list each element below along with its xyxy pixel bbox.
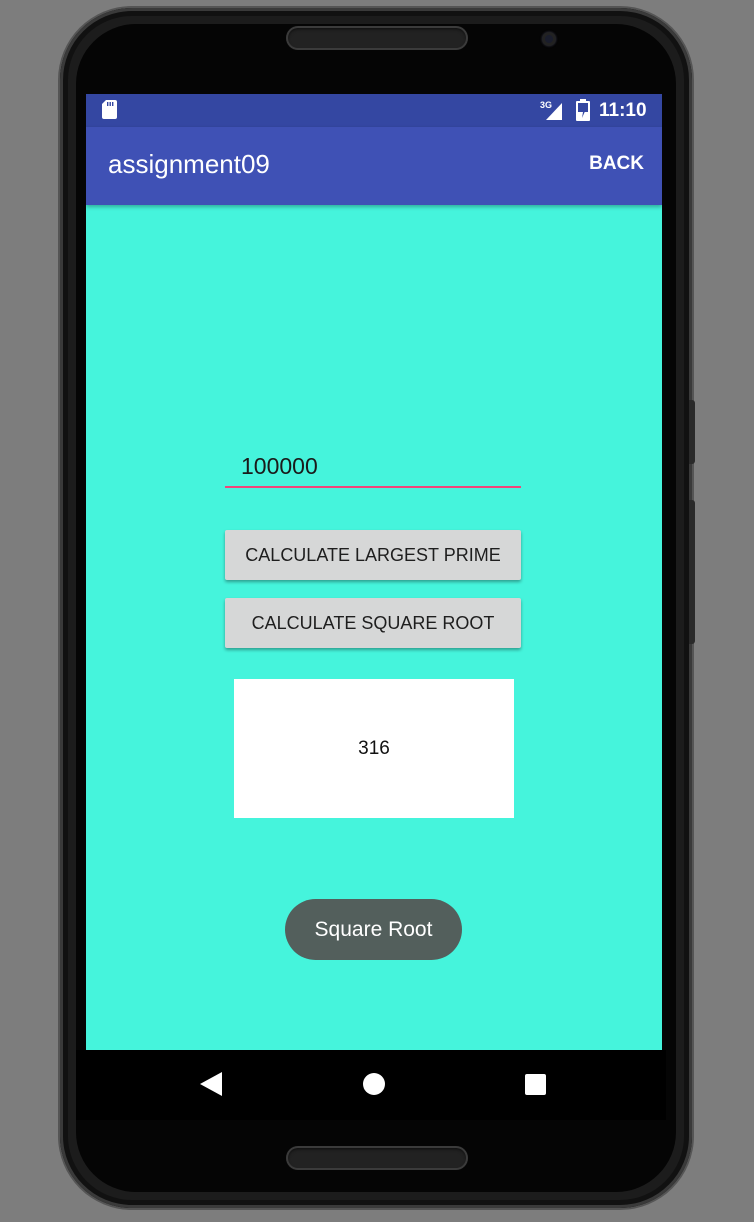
sd-card-icon xyxy=(102,100,117,119)
battery-charging-icon xyxy=(576,99,590,121)
back-triangle-icon[interactable] xyxy=(200,1072,222,1096)
front-camera xyxy=(542,32,556,46)
toast-message: Square Root xyxy=(285,899,462,960)
top-speaker xyxy=(286,26,468,50)
calculate-square-root-button[interactable]: CALCULATE SQUARE ROOT xyxy=(225,598,521,648)
result-text: 316 xyxy=(358,737,390,759)
signal-3g-icon: 3G xyxy=(540,100,562,120)
home-circle-icon[interactable] xyxy=(362,1072,386,1096)
recents-square-icon[interactable] xyxy=(525,1074,546,1095)
navigation-bar xyxy=(76,1050,666,1120)
number-input[interactable] xyxy=(225,446,521,488)
volume-button xyxy=(689,400,695,464)
power-button xyxy=(689,500,695,644)
result-display: 316 xyxy=(234,679,514,818)
bottom-speaker xyxy=(286,1146,468,1170)
status-bar: 3G 11:10 xyxy=(86,94,662,127)
app-bar: assignment09 BACK xyxy=(86,127,662,205)
app-screen: 3G 11:10 assignment09 BACK CALCULATE LAR… xyxy=(86,94,662,1050)
app-title: assignment09 xyxy=(108,149,270,179)
svg-text:3G: 3G xyxy=(540,100,552,110)
back-button[interactable]: BACK xyxy=(589,153,644,175)
status-time: 11:10 xyxy=(599,100,647,121)
toast-text: Square Root xyxy=(314,917,433,941)
calculate-largest-prime-button[interactable]: CALCULATE LARGEST PRIME xyxy=(225,530,521,580)
